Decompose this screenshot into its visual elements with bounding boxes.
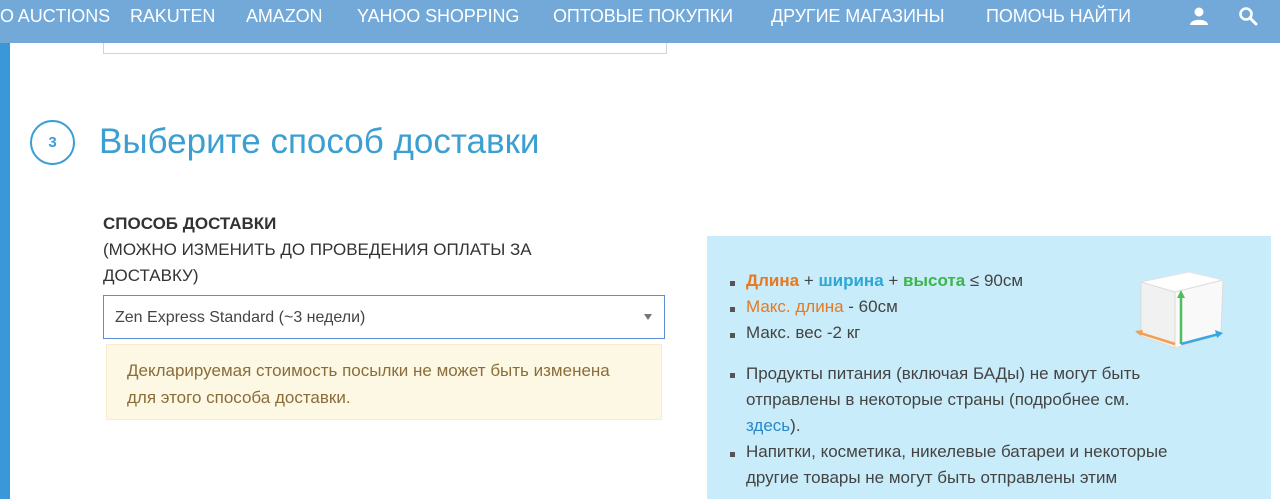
bullet-icon	[730, 373, 735, 378]
width-label: ширина	[818, 271, 884, 290]
step-title: Выберите способ доставки	[99, 122, 540, 161]
nav-item-help-find[interactable]: ПОМОЧЬ НАЙТИ	[986, 0, 1131, 33]
left-accent-bar	[0, 43, 10, 499]
bullet-icon	[730, 307, 735, 312]
bullet-icon	[730, 452, 735, 457]
nav-item-other-stores[interactable]: ДРУГИЕ МАГАЗИНЫ	[771, 0, 945, 33]
step-number-badge: 3	[30, 120, 75, 165]
nav-item-amazon[interactable]: AMAZON	[246, 0, 323, 33]
max-length-value: - 60см	[843, 297, 898, 316]
food-restriction-line-2: отправлены в некоторые страны (подробнее…	[746, 390, 1130, 409]
drinks-restriction-line-1: Напитки, косметика, никелевые батареи и …	[746, 442, 1168, 461]
food-restriction-end: ).	[790, 416, 801, 435]
shipping-method-label-main: СПОСОБ ДОСТАВКИ	[103, 214, 277, 233]
user-icon[interactable]	[1189, 6, 1209, 31]
max-length-label: Макс. длина	[746, 297, 844, 316]
nav-item-wholesale[interactable]: ОПТОВЫЕ ПОКУПКИ	[553, 0, 733, 33]
shipping-method-selected-value: Zen Express Standard (~3 недели)	[115, 309, 366, 326]
top-navigation: O AUCTIONS RAKUTEN AMAZON YAHOO SHOPPING…	[0, 0, 1280, 43]
nav-item-auctions[interactable]: O AUCTIONS	[0, 0, 110, 33]
bullet-icon	[730, 281, 735, 286]
shipping-method-label: СПОСОБ ДОСТАВКИ (МОЖНО ИЗМЕНИТЬ ДО ПРОВЕ…	[103, 211, 623, 289]
previous-field-box	[103, 43, 667, 54]
shipping-method-select[interactable]: Zen Express Standard (~3 недели)	[103, 295, 665, 339]
dimensions-rule: Длина + ширина + высота ≤ 90см	[746, 268, 1023, 294]
search-icon[interactable]	[1238, 6, 1258, 31]
notice-text: Декларируемая стоимость посылки не может…	[127, 361, 610, 407]
bullet-icon	[730, 333, 735, 338]
declared-value-notice: Декларируемая стоимость посылки не может…	[106, 344, 662, 420]
shipping-info-panel: Длина + ширина + высота ≤ 90см Макс. дли…	[707, 236, 1271, 499]
food-restriction-line-1: Продукты питания (включая БАДы) не могут…	[746, 364, 1141, 383]
max-weight-rule: Макс. вес -2 кг	[746, 323, 861, 342]
nav-item-yahoo-shopping[interactable]: YAHOO SHOPPING	[357, 0, 519, 33]
details-link[interactable]: здесь	[746, 416, 790, 435]
food-restriction-line-3: здесь).	[746, 413, 801, 439]
length-label: Длина	[746, 271, 800, 290]
shipping-method-label-note: (МОЖНО ИЗМЕНИТЬ ДО ПРОВЕДЕНИЯ ОПЛАТЫ ЗА …	[103, 240, 532, 285]
height-label: высота	[903, 271, 966, 290]
nav-item-rakuten[interactable]: RAKUTEN	[130, 0, 215, 33]
plus-sign: +	[883, 271, 904, 290]
parcel-box-icon	[1131, 264, 1231, 359]
max-length-rule: Макс. длина - 60см	[746, 294, 898, 320]
drinks-restriction-line-2: другие товары не могут быть отправлены э…	[746, 468, 1118, 487]
dimensions-limit: ≤ 90см	[965, 271, 1024, 290]
plus-sign: +	[799, 271, 819, 290]
chevron-down-icon	[644, 314, 652, 320]
